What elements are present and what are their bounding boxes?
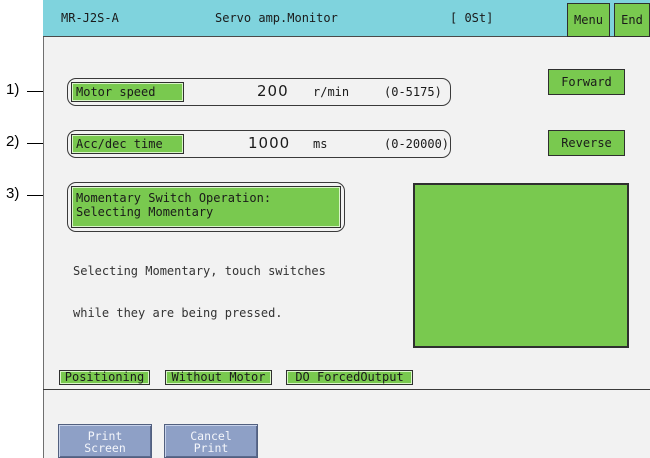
momentary-line-1: Momentary Switch Operation:	[76, 191, 272, 205]
callout-3: 3)	[6, 185, 20, 202]
momentary-description: Selecting Momentary, touch switches whil…	[73, 236, 326, 334]
menu-button[interactable]: Menu	[567, 3, 610, 37]
acc-dec-time-button[interactable]: Acc/dec time	[71, 134, 184, 154]
screen-title: Servo amp.Monitor	[215, 11, 338, 25]
operation-panel[interactable]	[413, 183, 629, 348]
motor-speed-value: 200	[257, 82, 289, 100]
description-line-2: while they are being pressed.	[73, 306, 283, 320]
acc-dec-time-range: (0-20000)	[384, 137, 450, 151]
forward-button[interactable]: Forward	[548, 69, 625, 95]
acc-dec-time-value: 1000	[248, 134, 291, 152]
tab-positioning[interactable]: Positioning	[59, 370, 150, 385]
tab-do-forced-output[interactable]: DO ForcedOutput	[286, 370, 413, 385]
title-bar	[43, 0, 650, 37]
motor-speed-button[interactable]: Motor speed	[71, 82, 184, 102]
tab-without-motor[interactable]: Without Motor	[165, 370, 272, 385]
end-button[interactable]: End	[614, 3, 650, 37]
footer-divider	[43, 389, 650, 390]
reverse-button[interactable]: Reverse	[548, 130, 625, 156]
motor-speed-range: (0-5175)	[384, 85, 442, 99]
cancel-print-button[interactable]: Cancel Print	[164, 424, 258, 458]
print-screen-button[interactable]: Print Screen	[58, 424, 152, 458]
momentary-line-2: Selecting Momentary	[76, 205, 214, 219]
station-number: [ 0St]	[450, 11, 494, 25]
callout-2: 2)	[6, 133, 20, 150]
acc-dec-time-unit: ms	[313, 137, 328, 151]
description-line-1: Selecting Momentary, touch switches	[73, 264, 326, 278]
momentary-switch-button[interactable]: Momentary Switch Operation: Selecting Mo…	[71, 186, 341, 228]
motor-speed-unit: r/min	[313, 85, 350, 99]
model-name: MR-J2S-A	[61, 11, 119, 25]
callout-1: 1)	[6, 81, 20, 98]
